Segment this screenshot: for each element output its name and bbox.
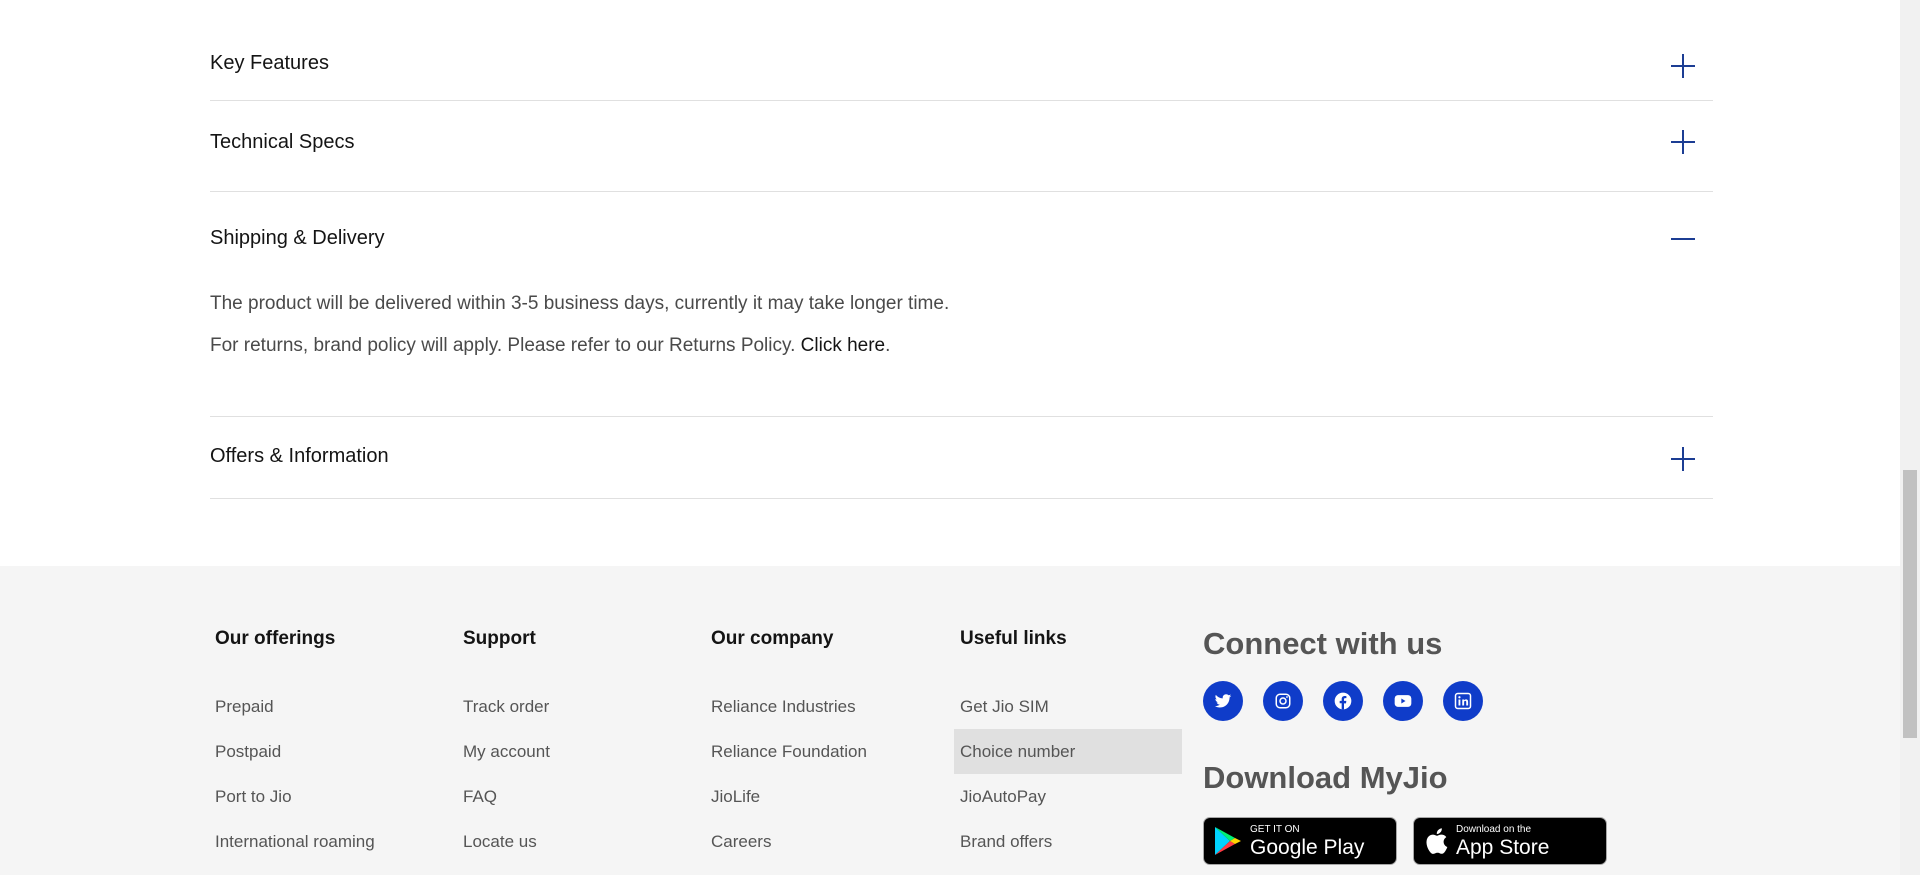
footer-link[interactable]: Postpaid xyxy=(209,729,437,774)
youtube-icon[interactable] xyxy=(1383,681,1423,721)
google-play-big: Google Play xyxy=(1250,835,1365,859)
accordion-shipping-delivery[interactable]: Shipping & Delivery The product will be … xyxy=(210,192,1713,417)
app-store-badges: GET IT ON Google Play Download on the Ap… xyxy=(1203,817,1607,865)
linkedin-icon[interactable] xyxy=(1443,681,1483,721)
footer-link[interactable]: Reliance Foundation xyxy=(705,729,933,774)
footer-column-support: Support Track order My account FAQ Locat… xyxy=(463,628,693,864)
accordion-header[interactable]: Technical Specs xyxy=(210,101,1713,191)
instagram-icon[interactable] xyxy=(1263,681,1303,721)
returns-text-suffix: . xyxy=(885,335,891,356)
footer-link[interactable]: FAQ xyxy=(457,774,685,819)
accordion-header[interactable]: Offers & Information xyxy=(210,417,1713,498)
accordion-title: Key Features xyxy=(210,52,329,74)
plus-icon[interactable] xyxy=(1670,53,1696,79)
google-play-small: GET IT ON xyxy=(1250,823,1300,835)
product-accordion: Key Features Technical Specs Shipping & … xyxy=(210,0,1713,499)
accordion-title: Shipping & Delivery xyxy=(210,226,385,249)
page-scrollbar[interactable] xyxy=(1900,0,1920,875)
footer-link[interactable]: Track order xyxy=(457,684,685,729)
footer-link[interactable]: International roaming xyxy=(209,819,437,864)
footer-link[interactable]: Get Jio SIM xyxy=(954,684,1182,729)
footer-heading: Support xyxy=(463,628,536,649)
footer-link[interactable]: JioAutoPay xyxy=(954,774,1182,819)
accordion-header[interactable]: Key Features xyxy=(210,0,1713,100)
download-heading: Download MyJio xyxy=(1203,760,1448,795)
google-play-icon xyxy=(1215,827,1241,855)
accordion-content: The product will be delivered within 3-5… xyxy=(210,283,1713,367)
footer-link-hovered[interactable]: Choice number xyxy=(954,729,1182,774)
accordion-title: Technical Specs xyxy=(210,130,355,153)
connect-heading: Connect with us xyxy=(1203,626,1443,661)
app-store-big: App Store xyxy=(1456,835,1550,859)
accordion-key-features[interactable]: Key Features xyxy=(210,0,1713,101)
minus-icon[interactable] xyxy=(1670,226,1696,252)
app-store-button[interactable]: Download on the App Store xyxy=(1413,817,1607,865)
footer-heading: Our company xyxy=(711,628,834,649)
app-store-text: Download on the App Store xyxy=(1456,823,1550,859)
app-store-small: Download on the xyxy=(1456,823,1532,835)
footer-link[interactable]: Reliance Industries xyxy=(705,684,933,729)
footer-heading: Our offerings xyxy=(215,628,336,649)
returns-text-prefix: For returns, brand policy will apply. Pl… xyxy=(210,335,801,356)
footer-column-offerings: Our offerings Prepaid Postpaid Port to J… xyxy=(215,628,445,864)
returns-text: For returns, brand policy will apply. Pl… xyxy=(210,325,1713,367)
footer-heading: Useful links xyxy=(960,628,1067,649)
click-here-link[interactable]: Click here xyxy=(801,335,885,356)
footer-link[interactable]: My account xyxy=(457,729,685,774)
footer-link[interactable]: Prepaid xyxy=(209,684,437,729)
footer-link[interactable]: Locate us xyxy=(457,819,685,864)
scrollbar-thumb[interactable] xyxy=(1903,470,1917,738)
google-play-button[interactable]: GET IT ON Google Play xyxy=(1203,817,1397,865)
site-footer: Our offerings Prepaid Postpaid Port to J… xyxy=(0,566,1900,875)
plus-icon[interactable] xyxy=(1670,129,1696,155)
accordion-offers-information[interactable]: Offers & Information xyxy=(210,417,1713,499)
footer-link[interactable]: Brand offers xyxy=(954,819,1182,864)
footer-link[interactable]: Port to Jio xyxy=(209,774,437,819)
social-links xyxy=(1203,681,1483,721)
facebook-icon[interactable] xyxy=(1323,681,1363,721)
footer-column-company: Our company Reliance Industries Reliance… xyxy=(711,628,941,864)
delivery-text: The product will be delivered within 3-5… xyxy=(210,293,950,314)
footer-link[interactable]: Careers xyxy=(705,819,933,864)
footer-column-useful-links: Useful links Get Jio SIM Choice number J… xyxy=(954,628,1190,864)
google-play-text: GET IT ON Google Play xyxy=(1250,823,1365,859)
accordion-header[interactable]: Shipping & Delivery xyxy=(210,192,1713,282)
accordion-technical-specs[interactable]: Technical Specs xyxy=(210,101,1713,192)
accordion-title: Offers & Information xyxy=(210,445,389,467)
plus-icon[interactable] xyxy=(1670,446,1696,472)
footer-link[interactable]: JioLife xyxy=(705,774,933,819)
apple-icon xyxy=(1426,828,1448,854)
twitter-icon[interactable] xyxy=(1203,681,1243,721)
